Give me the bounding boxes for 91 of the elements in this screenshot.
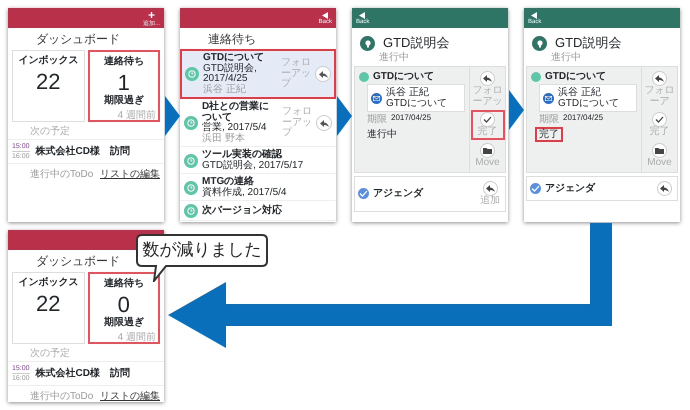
- item-subtitle: GTD説明会, 2017/5/17: [202, 160, 304, 172]
- reply-button[interactable]: [315, 66, 331, 82]
- due-date: 2017/04/25: [563, 114, 604, 124]
- check-icon: [655, 116, 664, 123]
- card-note: 4 週間前: [116, 110, 156, 122]
- list-item[interactable]: D社との営業について 営業, 2017/5/4 浜田 野本 フォローアップ: [180, 99, 336, 148]
- task-title: アジェンダ: [545, 183, 596, 194]
- mail-card[interactable]: 浜谷 正紀 GTDについて: [367, 84, 465, 112]
- reply-icon: [318, 70, 328, 78]
- back-icon: [531, 12, 538, 18]
- flow-arrow: [509, 90, 524, 130]
- card-label: 連絡待ち: [102, 56, 145, 68]
- item-title: MTGの連絡: [202, 177, 256, 188]
- folder-icon: [655, 146, 664, 154]
- check-icon: [483, 116, 492, 123]
- edit-list-link[interactable]: リストの編集: [100, 169, 160, 180]
- item-person: 浜谷 正紀: [203, 84, 247, 96]
- summary-card[interactable]: 連絡待ち 0 期限過ぎ 4 週間前: [88, 272, 160, 344]
- card-sublabel: 期限過ぎ: [102, 95, 145, 106]
- event-title: 株式会社CD様 訪問: [36, 368, 130, 380]
- reply-icon: [486, 185, 494, 192]
- screen-title: GTD説明会: [383, 36, 450, 51]
- section-label: 次の予定: [8, 344, 164, 362]
- screen-title: 連絡待ち: [207, 31, 256, 48]
- task-row[interactable]: アジェンダ: [526, 176, 678, 201]
- item-person: 浜田 野本: [202, 134, 246, 144]
- footer-label: 進行中のToDo: [30, 391, 94, 402]
- flow-arrow: [337, 96, 352, 136]
- action-button[interactable]: [655, 179, 674, 198]
- summary-card[interactable]: インボックス 22: [12, 272, 84, 344]
- item-subtitle: 営業, 2017/5/4: [202, 123, 268, 134]
- summary-card[interactable]: インボックス 22: [12, 50, 84, 122]
- mail-card[interactable]: 浜谷 正紀 GTDについて: [539, 84, 637, 112]
- mail-subject: GTDについて: [386, 98, 448, 109]
- task-state: 進行中: [366, 128, 398, 142]
- footer-label: 進行中のToDo: [30, 169, 94, 180]
- mail-sender: 浜谷 正紀: [386, 87, 430, 98]
- card-count: 22: [35, 70, 62, 94]
- task-state: 完了: [535, 127, 563, 142]
- item-title: ツール実装の確認: [202, 150, 284, 160]
- mail-sender: 浜谷 正紀: [558, 87, 602, 98]
- action-label: フォローアップ: [282, 107, 312, 139]
- card-sublabel: 期限過ぎ: [102, 317, 145, 328]
- card-label: インボックス: [17, 277, 80, 288]
- summary-card[interactable]: 連絡待ち 1 期限過ぎ 4 週間前: [88, 50, 160, 122]
- reply-icon: [483, 75, 492, 82]
- task-title: GTDについて: [545, 71, 606, 82]
- bulb-icon: [360, 36, 375, 51]
- list-item[interactable]: GTDについて GTD説明会, 2017/4/25 浜谷 正紀 フォローアップ: [180, 49, 336, 100]
- item-title: D社との営業について: [202, 102, 270, 123]
- task-title: GTDについて: [373, 71, 434, 82]
- project-status: 進行中: [550, 51, 582, 65]
- reply-icon: [655, 75, 664, 82]
- folder-icon: [483, 146, 492, 154]
- section-label: 次の予定: [8, 122, 164, 140]
- edit-list-link[interactable]: リストの編集: [100, 391, 160, 402]
- project-status: 進行中: [378, 51, 410, 65]
- date-label: 期限: [539, 114, 559, 125]
- reply-icon: [660, 185, 669, 192]
- screen-title: ダッシュボード: [35, 253, 120, 270]
- item-title: GTDについて: [203, 53, 266, 64]
- screen-title: GTD説明会: [555, 36, 622, 51]
- event-title: 株式会社CD様 訪問: [36, 146, 130, 158]
- task-row[interactable]: アジェンダ 追加: [354, 176, 506, 212]
- reply-button[interactable]: [316, 115, 332, 132]
- card-label: インボックス: [17, 55, 80, 66]
- card-count: 1: [118, 71, 130, 96]
- reply-icon: [320, 120, 328, 127]
- list-item[interactable]: 次バージョン対応: [180, 201, 336, 222]
- card-label: 連絡待ち: [102, 278, 145, 290]
- list-item[interactable]: MTGの連絡 資料作成, 2017/5/4: [180, 174, 336, 202]
- due-date: 2017/04/25: [391, 114, 432, 124]
- back-icon: [359, 12, 366, 18]
- action-label: フォローアップ: [281, 58, 311, 90]
- screen-title: ダッシュボード: [35, 31, 120, 48]
- bulb-icon: [532, 36, 547, 51]
- list-item[interactable]: ツール実装の確認 GTD説明会, 2017/5/17: [180, 147, 336, 174]
- mail-icon: [543, 92, 554, 104]
- back-icon: [322, 12, 329, 18]
- card-note: 4 週間前: [116, 332, 156, 344]
- mail-subject: GTDについて: [558, 98, 620, 109]
- callout-text: 数が減りました: [142, 239, 262, 261]
- card-count: 22: [35, 292, 62, 316]
- task-title: アジェンダ: [373, 188, 424, 200]
- card-count: 0: [118, 293, 130, 318]
- date-label: 期限: [367, 114, 387, 125]
- mail-icon: [371, 92, 382, 104]
- item-subtitle: GTD説明会, 2017/4/25: [203, 64, 258, 84]
- flow-arrow: [165, 96, 180, 136]
- item-title: 次バージョン対応: [202, 206, 283, 216]
- item-subtitle: 資料作成, 2017/5/4: [202, 188, 288, 198]
